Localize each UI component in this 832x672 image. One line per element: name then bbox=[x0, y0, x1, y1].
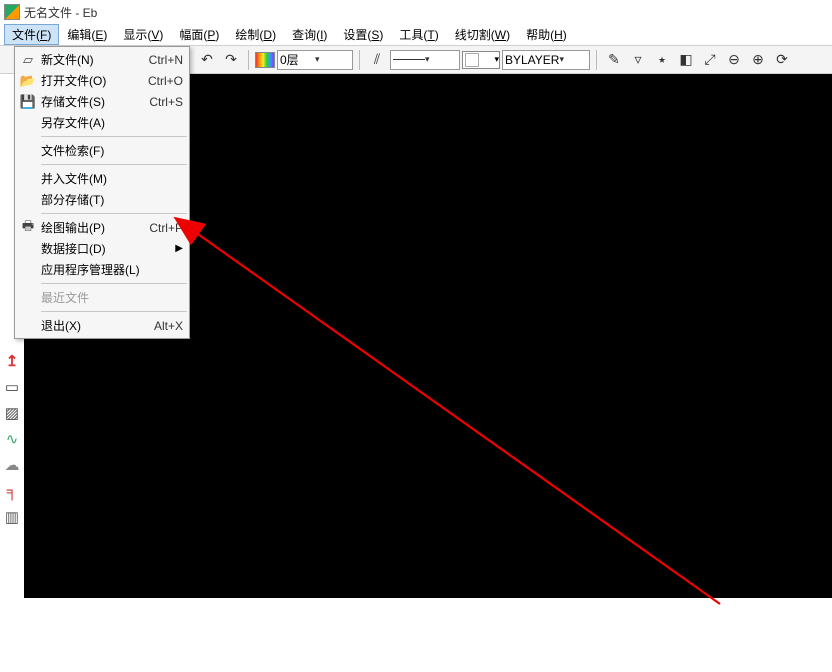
menu-item-label: 最近文件 bbox=[41, 289, 183, 306]
menu-item-label: 绘图输出(P) bbox=[41, 219, 139, 236]
bylayer-combo[interactable]: BYLAYER ▾ bbox=[502, 50, 590, 70]
filter-icon[interactable]: ▿ bbox=[627, 49, 649, 71]
arrow-tool-icon[interactable]: ↥ bbox=[1, 350, 23, 372]
window-title: 无名文件 - Eb bbox=[24, 4, 97, 21]
menu-查询[interactable]: 查询(I) bbox=[284, 24, 335, 45]
file-menu-item[interactable]: 部分存储(T) bbox=[15, 189, 189, 210]
menu-工具[interactable]: 工具(T) bbox=[391, 24, 446, 45]
menu-item-label: 部分存储(T) bbox=[41, 191, 183, 208]
menu-设置[interactable]: 设置(S) bbox=[335, 24, 391, 45]
menu-separator bbox=[41, 136, 187, 137]
select-icon[interactable]: ⭑ bbox=[651, 49, 673, 71]
menu-幅面[interactable]: 幅面(P) bbox=[171, 24, 227, 45]
file-menu-item[interactable]: 应用程序管理器(L) bbox=[15, 259, 189, 280]
file-menu-item[interactable]: 📂打开文件(O) Ctrl+O bbox=[15, 70, 189, 91]
menu-shortcut: Ctrl+O bbox=[148, 74, 183, 88]
file-menu-item[interactable]: 数据接口(D) ▶ bbox=[15, 238, 189, 259]
menu-线切割[interactable]: 线切割(W) bbox=[447, 24, 518, 45]
hatch-tool-icon[interactable]: ▨ bbox=[1, 402, 23, 424]
menu-item-label: 退出(X) bbox=[41, 317, 144, 334]
file-menu-item[interactable]: 🖶绘图输出(P) Ctrl+P bbox=[15, 217, 189, 238]
file-menu-item[interactable]: 💾存储文件(S) Ctrl+S bbox=[15, 91, 189, 112]
file-menu-item[interactable]: 并入文件(M) bbox=[15, 168, 189, 189]
menu-shortcut: Ctrl+P bbox=[149, 221, 183, 235]
open-icon: 📂 bbox=[19, 73, 37, 89]
new-icon: ▱ bbox=[19, 52, 37, 68]
menu-item-label: 另存文件(A) bbox=[41, 114, 183, 131]
menu-bar: 文件(F)编辑(E)显示(V)幅面(P)绘制(D)查询(I)设置(S)工具(T)… bbox=[0, 24, 832, 46]
redo-button[interactable]: ↷ bbox=[220, 49, 242, 71]
print-icon: 🖶 bbox=[19, 217, 37, 239]
menu-separator bbox=[41, 164, 187, 165]
file-menu-item: 最近文件 bbox=[15, 287, 189, 308]
menu-shortcut: Ctrl+S bbox=[149, 95, 183, 109]
cloud-tool-icon[interactable]: ☁ bbox=[1, 454, 23, 476]
menu-item-label: 并入文件(M) bbox=[41, 170, 183, 187]
linetype-icon[interactable]: ⫽ bbox=[366, 49, 388, 71]
menu-item-label: 文件检索(F) bbox=[41, 142, 183, 159]
menu-separator bbox=[41, 213, 187, 214]
menu-文件[interactable]: 文件(F) bbox=[4, 24, 59, 45]
polyline-tool-icon[interactable]: ∿ bbox=[1, 428, 23, 450]
menu-shortcut: Alt+X bbox=[154, 319, 183, 333]
file-menu-item[interactable]: 退出(X) Alt+X bbox=[15, 315, 189, 336]
menu-绘制[interactable]: 绘制(D) bbox=[227, 24, 284, 45]
file-menu-dropdown: ▱新文件(N) Ctrl+N 📂打开文件(O) Ctrl+O 💾存储文件(S) Ctrl+… bbox=[14, 46, 190, 339]
menu-编辑[interactable]: 编辑(E) bbox=[59, 24, 115, 45]
zoom-fit-icon[interactable]: ⤢ bbox=[699, 49, 721, 71]
zoom-out-icon[interactable]: ⊖ bbox=[723, 49, 745, 71]
file-menu-item[interactable]: ▱新文件(N) Ctrl+N bbox=[15, 49, 189, 70]
menu-separator bbox=[41, 283, 187, 284]
rect-tool-icon[interactable]: ▭ bbox=[1, 376, 23, 398]
menu-item-label: 存储文件(S) bbox=[41, 93, 139, 110]
current-color-box[interactable]: ▾ bbox=[462, 51, 500, 69]
menu-item-label: 新文件(N) bbox=[41, 51, 139, 68]
submenu-arrow-icon: ▶ bbox=[175, 243, 183, 254]
menu-item-label: 数据接口(D) bbox=[41, 240, 169, 257]
file-menu-item[interactable]: 文件检索(F) bbox=[15, 140, 189, 161]
eraser-icon[interactable]: ◧ bbox=[675, 49, 697, 71]
layer-combo[interactable]: 0层 ▾ bbox=[277, 50, 353, 70]
menu-item-label: 应用程序管理器(L) bbox=[41, 261, 183, 278]
save-icon: 💾 bbox=[19, 94, 37, 110]
menu-帮助[interactable]: 帮助(H) bbox=[518, 24, 575, 45]
color-stripe-icon[interactable] bbox=[255, 52, 275, 68]
layer-combo-label: 0层 bbox=[280, 51, 315, 68]
app-icon bbox=[4, 4, 20, 20]
menu-item-label: 打开文件(O) bbox=[41, 72, 138, 89]
menu-显示[interactable]: 显示(V) bbox=[115, 24, 171, 45]
zoom-in-icon[interactable]: ⊕ bbox=[747, 49, 769, 71]
pencil-icon[interactable]: ✎ bbox=[603, 49, 625, 71]
linetype-combo[interactable]: ▾ bbox=[390, 50, 460, 70]
misc-tool-icon[interactable]: ▥ bbox=[1, 506, 23, 528]
menu-separator bbox=[41, 311, 187, 312]
refresh-icon[interactable]: ⟳ bbox=[771, 49, 793, 71]
menu-shortcut: Ctrl+N bbox=[149, 53, 183, 67]
file-menu-item[interactable]: 另存文件(A) bbox=[15, 112, 189, 133]
bylayer-label: BYLAYER bbox=[505, 53, 559, 67]
title-bar: 无名文件 - Eb bbox=[0, 0, 832, 24]
dimension-tool-icon[interactable]: ╕ bbox=[1, 480, 23, 502]
undo-button[interactable]: ↶ bbox=[196, 49, 218, 71]
